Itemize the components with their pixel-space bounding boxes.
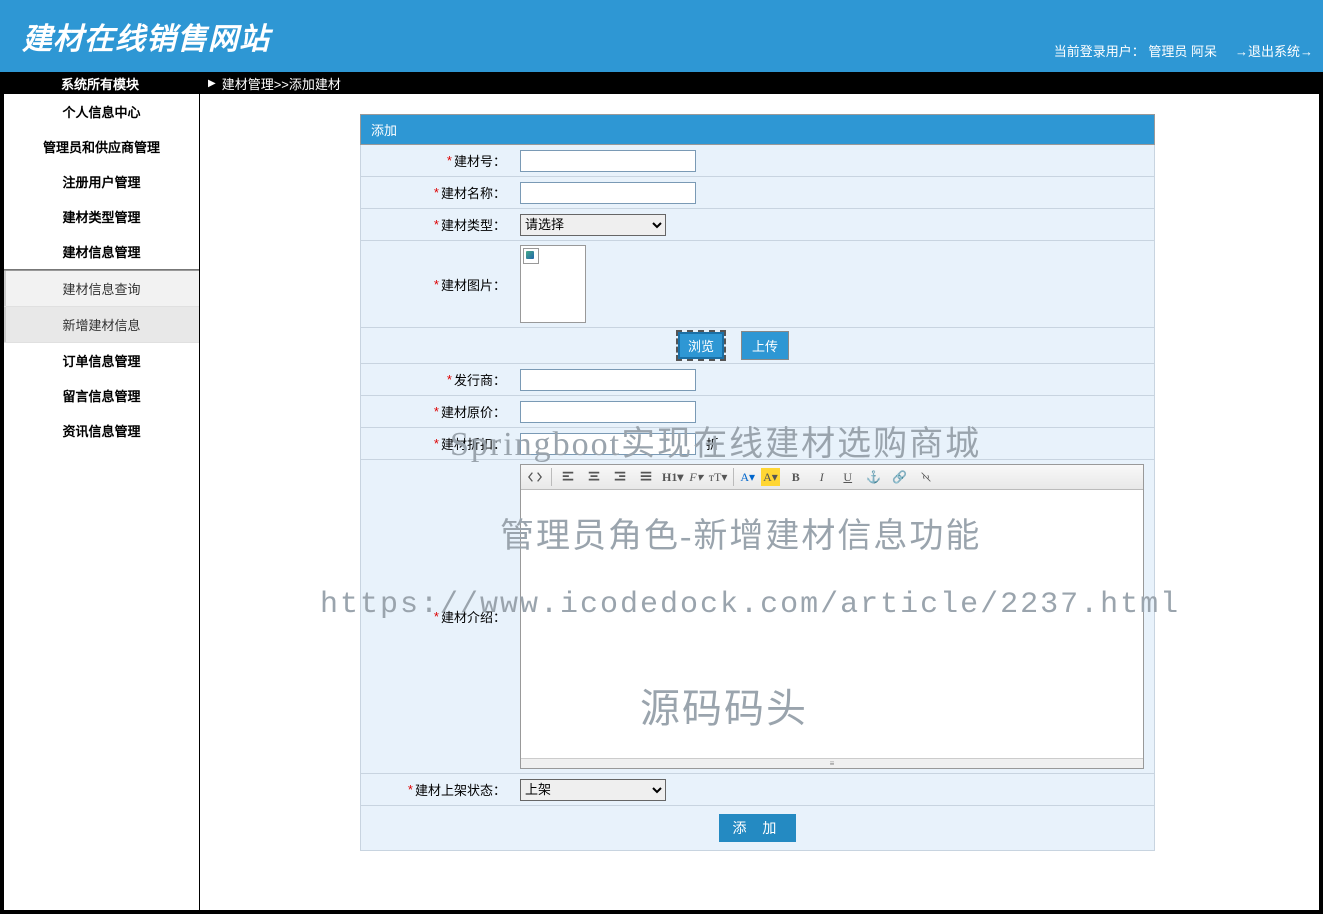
original-price-input[interactable] <box>520 401 696 423</box>
header-right: 当前登录用户： 管理员 阿呆 →退出系统→ <box>1054 13 1313 60</box>
anchor-icon[interactable]: ⚓ <box>864 468 884 486</box>
rich-editor: H1▾ F▾ ᴛT▾ A▾ A▾ B I U ⚓ 🔗 <box>520 464 1144 769</box>
sidebar-item-news[interactable]: 资讯信息管理 <box>4 413 199 448</box>
underline-icon[interactable]: U <box>838 468 858 486</box>
image-placeholder-icon <box>520 245 586 323</box>
highlight-icon[interactable]: A▾ <box>761 468 780 486</box>
editor-resize-handle[interactable]: ≡ <box>521 758 1143 768</box>
breadcrumb-arrow-icon: ▶ <box>208 78 216 89</box>
discount-suffix: 折 <box>706 434 719 453</box>
row-submit: 添 加 <box>360 806 1155 851</box>
submit-button[interactable]: 添 加 <box>719 814 797 842</box>
row-publisher: *发行商： <box>360 364 1155 396</box>
form-header: 添加 <box>360 114 1155 145</box>
sidebar-item-admin-supplier[interactable]: 管理员和供应商管理 <box>4 129 199 164</box>
link-icon[interactable]: 🔗 <box>890 468 910 486</box>
row-material-type: *建材类型： 请选择 <box>360 209 1155 241</box>
discount-input[interactable] <box>520 433 696 455</box>
heading-icon[interactable]: H1▾ <box>662 468 683 486</box>
row-upload-buttons: 浏览 上传 <box>360 328 1155 364</box>
editor-body[interactable] <box>521 490 1143 758</box>
row-description: *建材介绍： H1▾ F▾ ᴛT▾ <box>360 460 1155 774</box>
material-name-input[interactable] <box>520 182 696 204</box>
material-type-select[interactable]: 请选择 <box>520 214 666 236</box>
sidebar-item-order[interactable]: 订单信息管理 <box>4 343 199 378</box>
italic-icon[interactable]: I <box>812 468 832 486</box>
publisher-input[interactable] <box>520 369 696 391</box>
header-bar: 建材在线销售网站 当前登录用户： 管理员 阿呆 →退出系统→ <box>0 0 1323 72</box>
sidebar-sub-query[interactable]: 建材信息查询 <box>4 271 199 307</box>
main-area: 添加 *建材号： *建材名称： *建材类型： 请选择 *建材图片： <box>200 94 1319 910</box>
align-left-icon[interactable] <box>558 468 578 486</box>
align-justify-icon[interactable] <box>636 468 656 486</box>
breadcrumb: ▶ 建材管理>>添加建材 <box>200 74 341 93</box>
content-wrap: 个人信息中心 管理员和供应商管理 注册用户管理 建材类型管理 建材信息管理 建材… <box>0 94 1323 914</box>
sidebar-item-reg-user[interactable]: 注册用户管理 <box>4 164 199 199</box>
editor-toolbar: H1▾ F▾ ᴛT▾ A▾ A▾ B I U ⚓ 🔗 <box>521 465 1143 490</box>
current-user: 当前登录用户： 管理员 阿呆 <box>1054 41 1217 60</box>
form-container: 添加 *建材号： *建材名称： *建材类型： 请选择 *建材图片： <box>360 114 1155 851</box>
source-icon[interactable] <box>525 468 545 486</box>
bold-icon[interactable]: B <box>786 468 806 486</box>
row-material-no: *建材号： <box>360 145 1155 177</box>
text-color-icon[interactable]: A▾ <box>740 468 755 486</box>
row-discount: *建材折扣： 折 <box>360 428 1155 460</box>
row-material-image: *建材图片： <box>360 241 1155 328</box>
breadcrumb-bar: 系统所有模块 ▶ 建材管理>>添加建材 <box>0 72 1323 94</box>
logout-link[interactable]: →退出系统→ <box>1235 41 1313 60</box>
site-title: 建材在线销售网站 <box>22 14 270 58</box>
sidebar-item-message[interactable]: 留言信息管理 <box>4 378 199 413</box>
sidebar-item-personal[interactable]: 个人信息中心 <box>4 94 199 129</box>
align-center-icon[interactable] <box>584 468 604 486</box>
row-original-price: *建材原价： <box>360 396 1155 428</box>
upload-button[interactable]: 上传 <box>742 332 788 359</box>
sidebar-item-material-info[interactable]: 建材信息管理 <box>4 234 199 269</box>
sidebar-sub-add[interactable]: 新增建材信息 <box>4 307 199 343</box>
unlink-icon[interactable] <box>916 468 936 486</box>
sidebar: 个人信息中心 管理员和供应商管理 注册用户管理 建材类型管理 建材信息管理 建材… <box>4 94 200 910</box>
material-no-input[interactable] <box>520 150 696 172</box>
shelf-status-select[interactable]: 上架 <box>520 779 666 801</box>
align-right-icon[interactable] <box>610 468 630 486</box>
browse-button[interactable]: 浏览 <box>678 332 724 359</box>
font-size-icon[interactable]: ᴛT▾ <box>709 468 728 486</box>
font-family-icon[interactable]: F▾ <box>689 468 702 486</box>
modules-header: 系统所有模块 <box>0 74 200 93</box>
row-material-name: *建材名称： <box>360 177 1155 209</box>
row-shelf-status: *建材上架状态： 上架 <box>360 774 1155 806</box>
sidebar-item-material-type[interactable]: 建材类型管理 <box>4 199 199 234</box>
